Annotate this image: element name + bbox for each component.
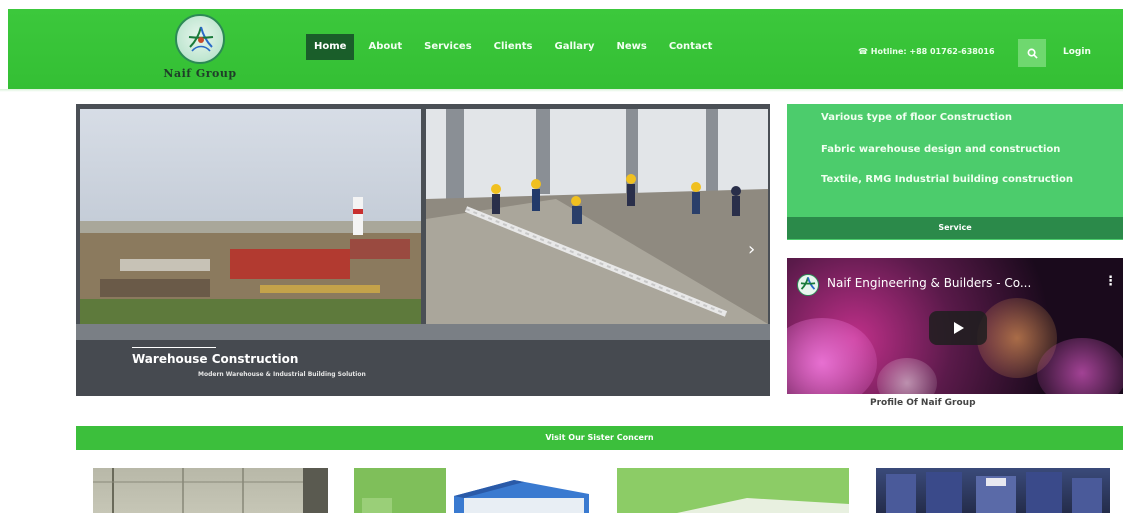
nav-about[interactable]: About bbox=[360, 34, 410, 60]
main-nav: Home About Services Clients Gallary News… bbox=[306, 34, 726, 60]
nav-clients[interactable]: Clients bbox=[486, 34, 541, 60]
phone-icon: ☎ bbox=[858, 47, 868, 56]
hero-slider[interactable]: › Warehouse Construction Modern Warehous… bbox=[76, 104, 770, 396]
logo-emblem-icon bbox=[175, 14, 225, 64]
nav-gallary[interactable]: Gallary bbox=[546, 34, 602, 60]
youtube-video-embed[interactable]: Naif Engineering & Builders - Co... ⋮ bbox=[787, 258, 1123, 394]
sister-concern-thumb[interactable] bbox=[876, 468, 1110, 513]
sister-concern-thumb[interactable] bbox=[354, 468, 594, 513]
nav-home[interactable]: Home bbox=[306, 34, 355, 60]
hotline: ☎ Hotline: +88 01762-638016 bbox=[858, 47, 995, 56]
chevron-right-icon: › bbox=[748, 239, 756, 260]
service-item-industrial-building[interactable]: Textile, RMG Industrial building constru… bbox=[821, 174, 1073, 185]
play-icon bbox=[954, 322, 964, 334]
brand-name: Naif Group bbox=[163, 67, 237, 80]
hotline-text: Hotline: +88 01762-638016 bbox=[870, 47, 995, 56]
service-item-fabric-warehouse[interactable]: Fabric warehouse design and construction bbox=[821, 144, 1060, 155]
service-item-floor[interactable]: Various type of floor Construction bbox=[821, 112, 1012, 123]
caption-divider bbox=[132, 347, 216, 348]
slider-next-button[interactable]: › bbox=[748, 239, 755, 260]
search-button[interactable] bbox=[1018, 39, 1046, 67]
sister-concern-thumb[interactable] bbox=[617, 468, 849, 513]
video-bokeh bbox=[877, 358, 937, 394]
video-bokeh bbox=[787, 318, 877, 394]
caption-subtitle: Modern Warehouse & Industrial Building S… bbox=[198, 371, 366, 378]
caption-title: Warehouse Construction bbox=[132, 352, 299, 366]
header-shadow bbox=[0, 89, 1123, 92]
play-button[interactable] bbox=[929, 311, 987, 345]
sister-concern-thumb[interactable] bbox=[93, 468, 328, 513]
more-vert-icon[interactable]: ⋮ bbox=[1104, 274, 1117, 289]
slide-image-floor-construction bbox=[426, 109, 768, 324]
brand-logo[interactable]: Naif Group bbox=[140, 11, 260, 87]
nav-contact[interactable]: Contact bbox=[661, 34, 721, 60]
sister-concern-heading: Visit Our Sister Concern bbox=[76, 426, 1123, 450]
logo-emblem-icon bbox=[800, 277, 816, 290]
nav-services[interactable]: Services bbox=[416, 34, 480, 60]
video-title[interactable]: Naif Engineering & Builders - Co... bbox=[827, 276, 1031, 290]
video-caption: Profile Of Naif Group bbox=[870, 398, 976, 408]
channel-avatar[interactable] bbox=[797, 274, 819, 296]
services-footer[interactable]: Service bbox=[787, 217, 1123, 239]
search-icon bbox=[1027, 48, 1038, 59]
login-link[interactable]: Login bbox=[1063, 47, 1091, 57]
slider-caption: Warehouse Construction Modern Warehouse … bbox=[76, 340, 770, 396]
nav-news[interactable]: News bbox=[609, 34, 655, 60]
site-header: Naif Group Home About Services Clients G… bbox=[8, 9, 1123, 89]
slide-image-aerial-site bbox=[80, 109, 421, 324]
